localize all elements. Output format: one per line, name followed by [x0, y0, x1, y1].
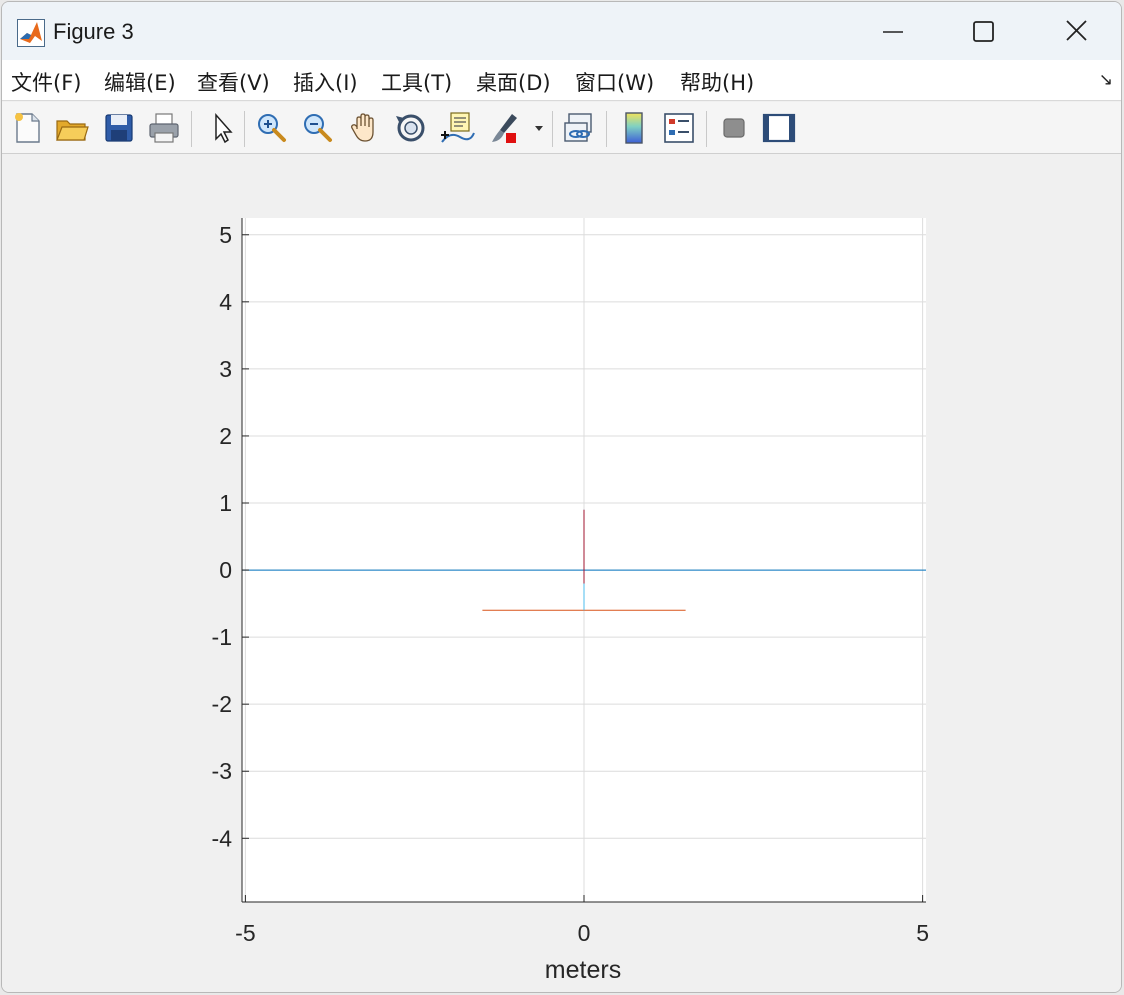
maximize-button[interactable]	[962, 12, 1006, 52]
data-tips-icon	[441, 112, 475, 143]
y-tick-label: 5	[219, 222, 232, 248]
dock-arrow-icon[interactable]: ↘	[1099, 70, 1113, 90]
rotate-3d-button[interactable]	[392, 109, 430, 147]
legend-button[interactable]	[660, 109, 698, 147]
figure-window: Figure 3 文件(F) 编辑(E) 查看(V) 插入(I) 工具(T) 桌…	[1, 1, 1122, 993]
zoom-in-icon	[258, 114, 286, 142]
data-tips-button[interactable]	[438, 109, 476, 147]
menu-desktop[interactable]: 桌面(D)	[476, 67, 551, 97]
legend-icon	[664, 113, 694, 143]
rotate-3d-icon	[396, 114, 425, 142]
toolbar-separator	[606, 111, 607, 147]
zoom-out-button[interactable]	[299, 109, 337, 147]
y-tick-label: 2	[219, 423, 232, 449]
menu-insert[interactable]: 插入(I)	[293, 67, 358, 97]
maximize-icon	[973, 21, 994, 42]
save-button[interactable]	[100, 109, 138, 147]
brush-button[interactable]	[486, 109, 524, 147]
open-file-icon	[56, 120, 89, 141]
figure-toolbar	[2, 102, 1121, 154]
menu-view[interactable]: 查看(V)	[197, 67, 270, 97]
link-plot-button[interactable]	[560, 109, 598, 147]
toolbar-separator	[191, 111, 192, 147]
close-icon	[1066, 20, 1087, 41]
save-icon	[105, 114, 133, 142]
x-tick-label: 5	[916, 920, 929, 946]
colorbar-icon	[625, 112, 643, 144]
menu-edit[interactable]: 编辑(E)	[104, 67, 176, 97]
print-icon	[149, 113, 179, 143]
y-tick-label: 1	[219, 490, 232, 516]
x-tick-label: 0	[578, 920, 591, 946]
y-tick-label: -1	[212, 624, 232, 650]
print-button[interactable]	[145, 109, 183, 147]
colorbar-button[interactable]	[615, 109, 653, 147]
x-tick-label: -5	[235, 920, 255, 946]
show-plot-tools-button[interactable]	[760, 109, 798, 147]
toolbar-separator	[244, 111, 245, 147]
y-tick-label: -2	[212, 691, 232, 717]
brush-dropdown-button[interactable]	[528, 109, 550, 147]
link-plot-icon	[564, 113, 592, 142]
close-button[interactable]	[1055, 12, 1099, 52]
pan-button[interactable]	[346, 109, 384, 147]
zoom-in-button[interactable]	[253, 109, 291, 147]
minimize-icon	[883, 31, 903, 33]
menu-window[interactable]: 窗口(W)	[575, 67, 654, 97]
y-tick-label: -4	[212, 825, 233, 851]
y-tick-label: 4	[219, 289, 232, 315]
y-tick-label: 0	[219, 557, 232, 583]
hide-plot-tools-icon	[723, 118, 745, 138]
title-bar[interactable]: Figure 3	[2, 2, 1121, 60]
toolbar-separator	[552, 111, 553, 147]
minimize-button[interactable]	[871, 12, 915, 52]
window-title: Figure 3	[53, 19, 134, 44]
open-file-button[interactable]	[53, 109, 91, 147]
figure-canvas: -5 0 5 -4 -3 -2 -1 0 1 2 3 4 5 meters	[2, 154, 1122, 993]
y-tick-label: 3	[219, 356, 232, 382]
hide-plot-tools-button[interactable]	[715, 109, 753, 147]
menu-tools[interactable]: 工具(T)	[381, 67, 452, 97]
show-plot-tools-icon	[762, 113, 796, 143]
y-tick-label: -3	[212, 758, 232, 784]
pointer-icon	[215, 113, 233, 144]
toolbar-separator	[706, 111, 707, 147]
x-axis-label: meters	[545, 956, 621, 984]
menu-file[interactable]: 文件(F)	[11, 67, 81, 97]
new-figure-icon	[15, 113, 40, 143]
zoom-out-icon	[304, 114, 332, 142]
menu-bar: 文件(F) 编辑(E) 查看(V) 插入(I) 工具(T) 桌面(D) 窗口(W…	[2, 60, 1121, 101]
brush-icon	[492, 114, 517, 143]
new-figure-button[interactable]	[8, 109, 46, 147]
chevron-down-icon	[535, 126, 543, 131]
matlab-logo-icon	[17, 19, 45, 47]
menu-help[interactable]: 帮助(H)	[680, 67, 754, 97]
pan-icon	[351, 113, 374, 142]
edit-plot-button[interactable]	[202, 109, 240, 147]
plot-axes[interactable]: -5 0 5 -4 -3 -2 -1 0 1 2 3 4 5 meters	[2, 154, 1122, 993]
